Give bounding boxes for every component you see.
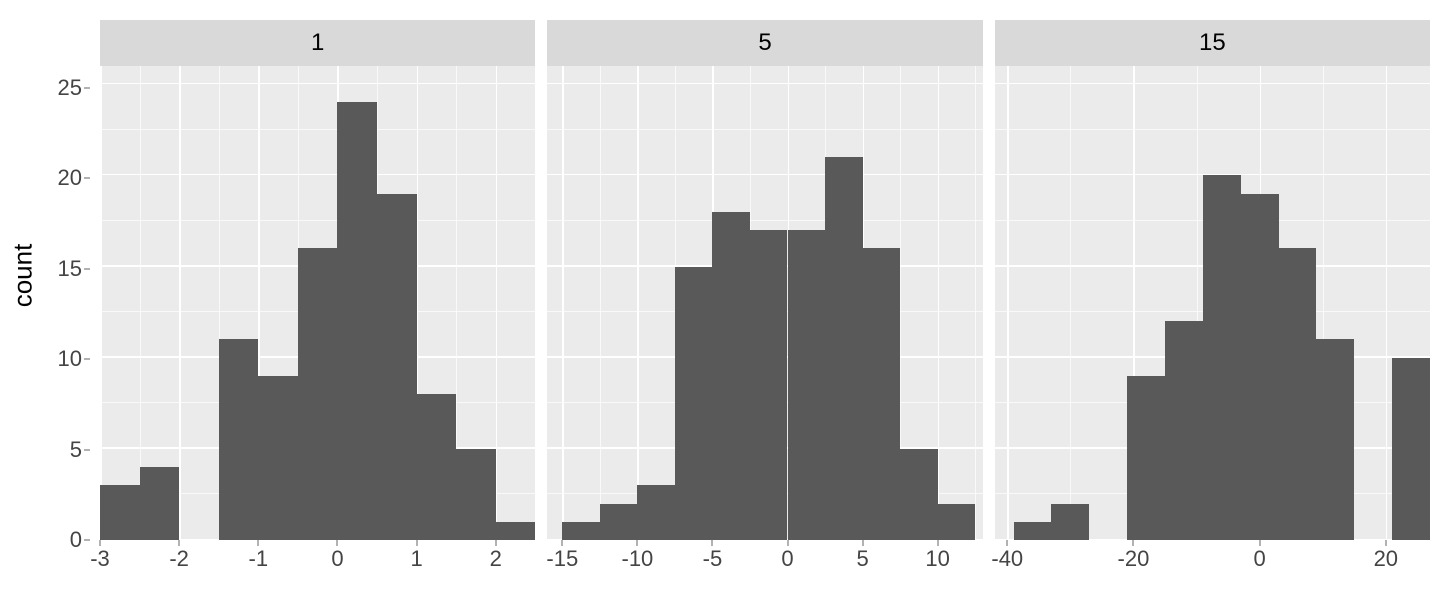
y-tick-label: 10 — [58, 346, 82, 372]
facet-strip: 15 — [995, 20, 1430, 66]
bars — [100, 66, 535, 540]
y-tick-label: 5 — [70, 437, 82, 463]
x-axis-ticks: -3-2-1012 — [100, 540, 535, 590]
bar — [1316, 339, 1354, 540]
x-tick-label: 0 — [781, 546, 793, 572]
bar — [456, 449, 496, 540]
bar — [298, 248, 338, 540]
x-tick-label: -10 — [621, 546, 653, 572]
x-tick-label: -3 — [90, 546, 110, 572]
x-tick-label: -5 — [703, 546, 723, 572]
x-tick-label: 1 — [410, 546, 422, 572]
bars — [547, 66, 982, 540]
y-tick-label: 15 — [58, 256, 82, 282]
y-tick-mark — [84, 178, 90, 179]
facet-row: 1-3-2-10125-15-10-5051015-40-20020 — [100, 20, 1430, 590]
bar — [1127, 376, 1165, 540]
bar — [1165, 321, 1203, 540]
bar — [1241, 194, 1279, 540]
y-tick-label: 0 — [70, 527, 82, 553]
facet: 5 -15 -10 -5 0 5 10 — [547, 20, 982, 590]
y-axis-label: count — [8, 0, 38, 550]
y-tick-mark — [84, 268, 90, 269]
y-tick-mark — [84, 449, 90, 450]
x-tick-label: -2 — [169, 546, 189, 572]
bar — [100, 485, 140, 540]
facet: 15-40-20020 — [995, 20, 1430, 590]
x-tick-label: 10 — [925, 546, 949, 572]
y-tick-mark — [84, 540, 90, 541]
bars — [995, 66, 1430, 540]
y-tick-mark — [84, 359, 90, 360]
y-axis-label-text: count — [8, 243, 39, 307]
x-tick-label: 5 — [856, 546, 868, 572]
bar — [900, 449, 938, 540]
faceted-histogram: count 0510152025 1-3-2-10125-15-10-50510… — [0, 0, 1440, 600]
bar — [496, 522, 536, 540]
bar — [1014, 522, 1052, 540]
bar — [938, 504, 976, 540]
y-tick-label: 25 — [58, 75, 82, 101]
bar — [1051, 504, 1089, 540]
x-tick-label: 2 — [490, 546, 502, 572]
facet: 1-3-2-1012 — [100, 20, 535, 590]
bar — [750, 230, 788, 540]
bar — [863, 248, 901, 540]
bar — [675, 267, 713, 540]
bar — [600, 504, 638, 540]
facet-strip: 1 — [100, 20, 535, 66]
x-tick-label: -1 — [249, 546, 269, 572]
panel — [100, 66, 535, 540]
x-axis-ticks: -15 -10 -5 0 5 10 — [547, 540, 982, 590]
bar — [377, 194, 417, 540]
x-tick-label: 0 — [1254, 546, 1266, 572]
x-tick-label: -15 — [546, 546, 578, 572]
bar — [562, 522, 600, 540]
x-tick-label: -20 — [1118, 546, 1150, 572]
y-axis-ticks: 0510152025 — [40, 70, 90, 540]
x-tick-label: 20 — [1374, 546, 1398, 572]
facet-strip: 5 — [547, 20, 982, 66]
bar — [140, 467, 180, 540]
bar — [825, 157, 863, 540]
x-axis-ticks: -40-20020 — [995, 540, 1430, 590]
bar — [258, 376, 298, 540]
bar — [1392, 358, 1430, 540]
bar — [1203, 175, 1241, 540]
y-tick-label: 20 — [58, 165, 82, 191]
y-tick-mark — [84, 88, 90, 89]
x-tick-label: -40 — [991, 546, 1023, 572]
bar — [712, 212, 750, 540]
bar — [637, 485, 675, 540]
bar — [417, 394, 457, 540]
panel — [995, 66, 1430, 540]
bar — [1279, 248, 1317, 540]
bar — [337, 102, 377, 540]
panel — [547, 66, 982, 540]
x-tick-label: 0 — [331, 546, 343, 572]
bar — [788, 230, 826, 540]
bar — [219, 339, 259, 540]
